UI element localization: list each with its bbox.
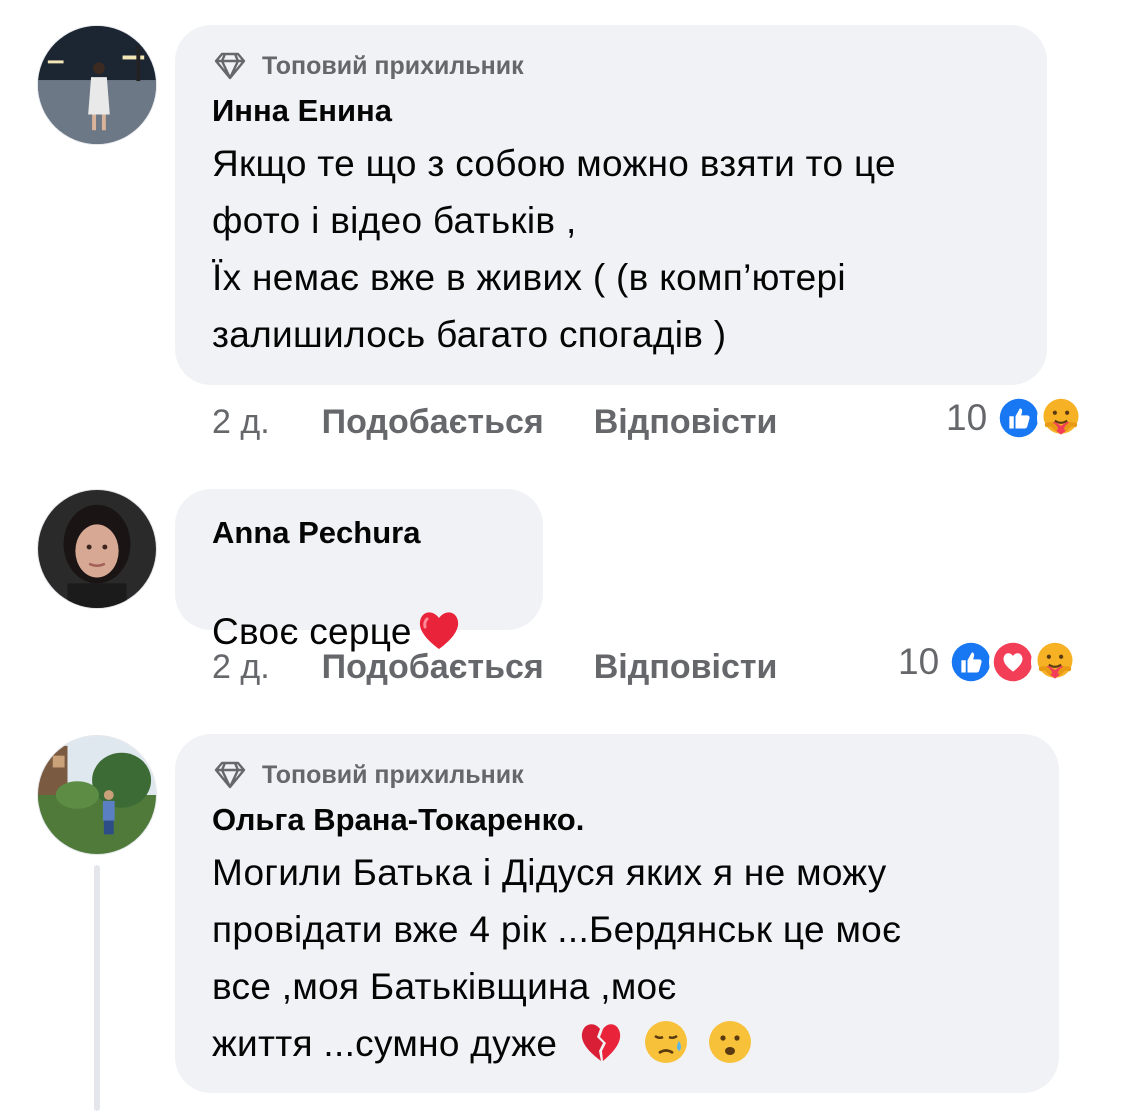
comment-text-line: життя ...сумно дуже bbox=[212, 1023, 558, 1064]
comment-text: Своє серце bbox=[212, 557, 507, 657]
author-name[interactable]: Anna Pechura bbox=[212, 515, 507, 551]
author-name[interactable]: Ольга Врана-Токаренко. bbox=[212, 802, 1023, 838]
care-icon bbox=[1031, 638, 1080, 686]
comment-bubble: Топовий прихильник Инна Енина Якщо те що… bbox=[175, 25, 1047, 385]
comment-text: Могили Батька і Дідуся яких я не можу пр… bbox=[212, 844, 1023, 1072]
sad-relieved-face-emoji bbox=[643, 1019, 689, 1065]
avatar[interactable] bbox=[37, 735, 157, 855]
red-heart-emoji bbox=[416, 607, 462, 653]
comment-text-line-last: життя ...сумно дуже bbox=[212, 1015, 1023, 1072]
comment-text-line: провідати вже 4 рік ...Бердянськ це моє bbox=[212, 909, 902, 950]
comment-text-line: все ,моя Батьківщина ,моє bbox=[212, 966, 677, 1007]
avatar[interactable] bbox=[37, 489, 157, 609]
comment-text-line: Могили Батька і Дідуся яких я не можу bbox=[212, 852, 887, 893]
like-icon bbox=[995, 394, 1044, 442]
reply-button[interactable]: Відповісти bbox=[594, 648, 778, 687]
diamond-icon bbox=[212, 760, 248, 790]
comment-text: Якщо те що з собою можно взяти то це фот… bbox=[212, 143, 896, 355]
reply-thread-line bbox=[94, 865, 100, 1111]
author-name[interactable]: Инна Енина bbox=[212, 93, 1011, 129]
comment-bubble: Топовий прихильник Ольга Врана-Токаренко… bbox=[175, 734, 1059, 1093]
comment-bubble: Anna Pechura Своє серце bbox=[175, 489, 543, 652]
frowning-face-emoji bbox=[707, 1019, 753, 1065]
top-fan-badge: Топовий прихильник bbox=[212, 758, 1023, 792]
timestamp[interactable]: 2 д. bbox=[212, 648, 270, 687]
like-icon bbox=[947, 638, 996, 686]
top-fan-badge: Топовий прихильник bbox=[212, 49, 1011, 83]
badge-label: Топовий прихильник bbox=[262, 760, 524, 789]
love-icon bbox=[989, 638, 1038, 686]
comment-actions: 2 д. Подобається Відповісти bbox=[212, 648, 777, 687]
comment-actions: 2 д. Подобається Відповісти bbox=[212, 403, 777, 442]
reaction-summary[interactable]: 10 bbox=[898, 638, 1080, 686]
badge-label: Топовий прихильник bbox=[262, 51, 524, 80]
timestamp[interactable]: 2 д. bbox=[212, 403, 270, 442]
diamond-icon bbox=[212, 51, 248, 81]
like-button[interactable]: Подобається bbox=[322, 403, 544, 442]
avatar[interactable] bbox=[37, 25, 157, 145]
care-icon bbox=[1037, 394, 1086, 442]
reaction-summary[interactable]: 10 bbox=[946, 394, 1086, 442]
broken-heart-emoji bbox=[578, 1019, 624, 1065]
reaction-count: 10 bbox=[946, 397, 988, 438]
reaction-count: 10 bbox=[898, 641, 940, 682]
comment-text-content: Своє серце bbox=[212, 611, 412, 652]
reply-button[interactable]: Відповісти bbox=[594, 403, 778, 442]
like-button[interactable]: Подобається bbox=[322, 648, 544, 687]
